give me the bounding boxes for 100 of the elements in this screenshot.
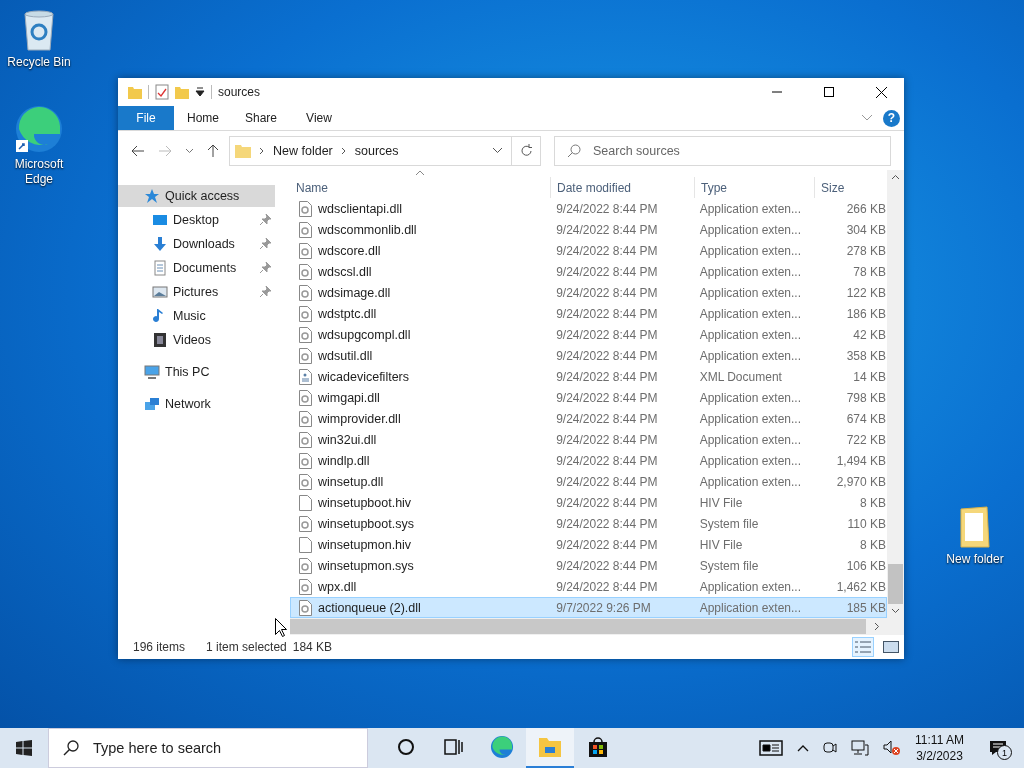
file-row[interactable]: wimgapi.dll 9/24/2022 8:44 PM Application exten... 798 KB <box>290 387 887 408</box>
help-button[interactable]: ? <box>883 109 900 127</box>
file-row[interactable]: wdscore.dll 9/24/2022 8:44 PM Application exten... 278 KB <box>290 240 887 261</box>
file-row[interactable]: wdsutil.dll 9/24/2022 8:44 PM Application exten... 358 KB <box>290 345 887 366</box>
pin-icon[interactable] <box>260 214 271 225</box>
pin-icon[interactable] <box>260 238 271 249</box>
file-row[interactable]: winsetupboot.hiv 9/24/2022 8:44 PM HIV File 8 KB <box>290 492 887 513</box>
search-input[interactable]: Search sources <box>591 142 890 159</box>
file-tab[interactable]: File <box>118 106 174 130</box>
windows-logo-icon <box>16 740 32 756</box>
file-row[interactable]: wdscommonlib.dll 9/24/2022 8:44 PM Application exten... 304 KB <box>290 219 887 240</box>
file-row[interactable]: winsetup.dll 9/24/2022 8:44 PM Application exten... 2,970 KB <box>290 471 887 492</box>
muted-speaker-icon[interactable] <box>883 740 902 756</box>
file-row[interactable]: wdstptc.dll 9/24/2022 8:44 PM Application exten... 186 KB <box>290 303 887 324</box>
breadcrumb-item[interactable]: New folder <box>273 143 333 158</box>
refresh-button[interactable] <box>512 135 541 166</box>
file-row[interactable]: winsetupmon.hiv 9/24/2022 8:44 PM HIV File 8 KB <box>290 534 887 555</box>
file-row[interactable]: winsetupboot.sys 9/24/2022 8:44 PM System file 110 KB <box>290 513 887 534</box>
ribbon-tab[interactable]: Home <box>174 106 232 130</box>
ribbon-tab[interactable]: Share <box>232 106 290 130</box>
size-cell-text: 798 KB <box>845 389 886 407</box>
desktop-icon-label[interactable]: Recycle Bin <box>4 55 74 70</box>
nav-item[interactable]: Documents <box>118 257 275 279</box>
pin-icon[interactable] <box>260 262 271 273</box>
size-cell-text: 674 KB <box>845 410 886 428</box>
date-cell-text: 9/24/2022 8:44 PM <box>555 368 659 386</box>
file-row[interactable]: wdsupgcompl.dll 9/24/2022 8:44 PM Application exten... 42 KB <box>290 324 887 345</box>
vertical-scrollbar[interactable] <box>887 170 904 618</box>
folder-icon <box>235 143 251 158</box>
up-arrow-icon[interactable] <box>207 143 219 158</box>
file-name: wdsclientapi.dll <box>318 201 403 216</box>
gear-file-icon <box>299 221 312 238</box>
chevron-up-icon[interactable] <box>797 744 810 752</box>
file-name: winsetup.dll <box>318 474 384 489</box>
nav-item[interactable]: Quick access <box>118 185 275 207</box>
file-row[interactable]: wimprovider.dll 9/24/2022 8:44 PM Application exten... 674 KB <box>290 408 887 429</box>
scrollbar-thumb[interactable] <box>888 564 903 604</box>
search-field[interactable]: Search sources <box>554 135 891 166</box>
date-cell-text: 9/24/2022 8:44 PM <box>555 284 659 302</box>
news-icon[interactable] <box>759 740 784 756</box>
notification-count: 1 <box>997 745 1012 760</box>
file-row[interactable]: wdsclientapi.dll 9/24/2022 8:44 PM Application exten... 266 KB <box>290 198 887 219</box>
file-row[interactable]: wpx.dll 9/24/2022 8:44 PM Application exten... 1,462 KB <box>290 576 887 597</box>
file-name: wdsutil.dll <box>318 348 373 363</box>
size-cell-text: 42 KB <box>852 326 886 344</box>
nav-item[interactable]: Pictures <box>118 281 275 303</box>
edge-icon[interactable] <box>14 104 64 154</box>
item-count: 196 items <box>133 640 186 654</box>
taskbar-search-field[interactable]: Type here to search <box>48 728 368 768</box>
network-icon[interactable] <box>851 740 870 756</box>
desktop-icon-label[interactable]: Microsoft Edge <box>4 157 74 187</box>
nav-item[interactable]: Network <box>118 393 275 415</box>
nav-item[interactable]: This PC <box>118 361 275 383</box>
horizontal-scrollbar[interactable] <box>290 618 904 635</box>
gear-file-icon <box>299 410 312 427</box>
gear-file-icon <box>299 452 312 469</box>
column-header[interactable]: Type <box>694 177 814 198</box>
chevron-down-icon[interactable] <box>492 147 503 154</box>
back-arrow-icon[interactable] <box>131 144 145 157</box>
nav-item[interactable]: Downloads <box>118 233 275 255</box>
file-row[interactable]: actionqueue (2).dll 9/7/2022 9:26 PM Application exten... 185 KB <box>290 597 887 618</box>
properties-icon[interactable] <box>155 84 169 100</box>
scroll-down-icon[interactable] <box>891 608 900 614</box>
explorer-button[interactable] <box>526 728 574 768</box>
address-bar[interactable]: New folder sources <box>229 135 512 166</box>
nav-item[interactable]: Music <box>118 305 275 327</box>
ribbon-tab[interactable]: View <box>290 106 348 130</box>
taskbar-search-input[interactable]: Type here to search <box>91 739 367 757</box>
size-cell-text: 122 KB <box>845 284 886 302</box>
camera-icon[interactable] <box>823 740 838 756</box>
file-row[interactable]: wicadevicefilters 9/24/2022 8:44 PM XML Document 14 KB <box>290 366 887 387</box>
file-name: actionqueue (2).dll <box>318 600 421 615</box>
desktop-icon-label[interactable]: New folder <box>940 552 1010 567</box>
date-cell-text: 9/24/2022 8:44 PM <box>555 242 659 260</box>
dropdown-icon[interactable] <box>195 87 205 97</box>
nav-item[interactable]: Desktop <box>118 209 275 231</box>
scroll-up-icon[interactable] <box>891 174 900 180</box>
chevron-down-icon[interactable] <box>185 147 194 154</box>
clock[interactable]: 11:11 AM 3/2/2023 <box>915 732 964 764</box>
file-row[interactable]: wdsimage.dll 9/24/2022 8:44 PM Application exten... 122 KB <box>290 282 887 303</box>
file-row[interactable]: winsetupmon.sys 9/24/2022 8:44 PM System file 106 KB <box>290 555 887 576</box>
file-name: winsetupmon.sys <box>318 558 414 573</box>
breadcrumb-item[interactable]: sources <box>354 143 399 158</box>
file-row[interactable]: windlp.dll 9/24/2022 8:44 PM Application exten... 1,494 KB <box>290 450 887 471</box>
file-row[interactable]: wdscsl.dll 9/24/2022 8:44 PM Application exten... 78 KB <box>290 261 887 282</box>
sort-caret-icon <box>415 170 425 176</box>
file-row[interactable]: win32ui.dll 9/24/2022 8:44 PM Application exten... 722 KB <box>290 429 887 450</box>
size-cell-text: 78 KB <box>852 263 886 281</box>
column-header[interactable]: Name <box>290 177 550 198</box>
scrollbar-thumb[interactable] <box>290 619 866 634</box>
file-name: winsetupmon.hiv <box>318 537 412 552</box>
nav-item[interactable]: Videos <box>118 329 275 351</box>
column-header[interactable]: Date modified <box>550 177 694 198</box>
type-cell-text: Application exten... <box>698 200 803 218</box>
notifications-button[interactable]: 1 <box>978 728 1018 768</box>
window-title: sources <box>218 85 261 99</box>
scroll-right-icon[interactable] <box>874 622 880 631</box>
folder-icon[interactable] <box>957 505 993 549</box>
pin-icon[interactable] <box>260 286 271 297</box>
task-view-icon <box>444 738 464 756</box>
